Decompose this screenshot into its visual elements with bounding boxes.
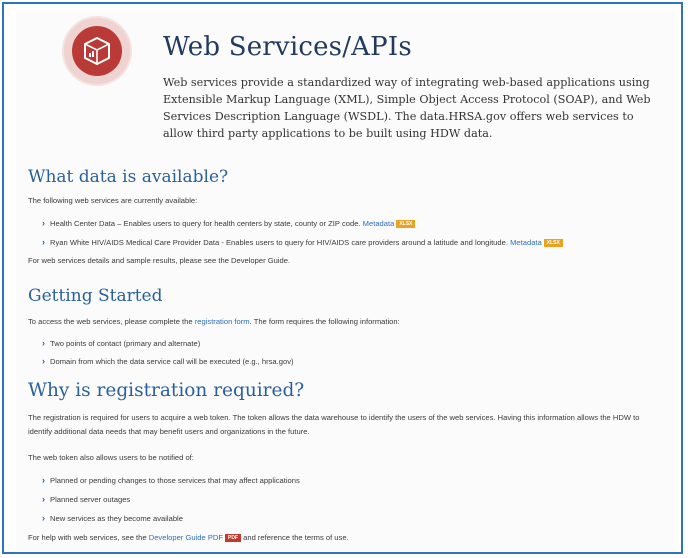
list-item-text: Ryan White HIV/AIDS Medical Care Provide… <box>50 238 508 247</box>
chevron-right-icon: › <box>42 218 45 228</box>
list-item-text: Planned server outages <box>50 495 131 504</box>
intro-paragraph: Web services provide a standardized way … <box>163 76 651 140</box>
xlsx-badge: XLSX <box>396 220 416 228</box>
registration-form-link[interactable]: registration form <box>195 317 250 326</box>
help-line: For help with web services, see the Deve… <box>28 532 349 544</box>
list-item: › Domain from which the data service call… <box>42 355 294 368</box>
list-item-text: Health Center Data – Enables users to qu… <box>50 219 361 228</box>
list-item-health-center: › Health Center Data – Enables users to q… <box>42 217 416 230</box>
list-item-ryan-white: › Ryan White HIV/AIDS Medical Care Provid… <box>42 236 563 249</box>
hero-section: Web Services/APIs Web services provide a… <box>16 12 675 152</box>
why-registration-paragraph: The registration is required for users t… <box>28 413 640 436</box>
list-item-text: New services as they become available <box>50 514 183 523</box>
pdf-badge: PDF <box>225 534 242 542</box>
developer-guide-link[interactable]: Developer Guide PDF <box>149 533 223 542</box>
lead-text: To access the web services, please compl… <box>28 317 195 326</box>
what-data-lead: The following web services are currently… <box>28 196 198 205</box>
chevron-right-icon: › <box>42 475 45 485</box>
metadata-link[interactable]: Metadata <box>510 238 542 247</box>
chevron-right-icon: › <box>42 356 45 366</box>
list-item: › New services as they become available <box>42 512 183 525</box>
content-area: Web Services/APIs Web services provide a… <box>16 12 675 552</box>
icon-badge <box>62 16 132 86</box>
list-item-text: Domain from which the data service call … <box>50 357 294 366</box>
xlsx-badge: XLSX <box>543 239 563 247</box>
page-title: Web Services/APIs <box>163 32 412 62</box>
chevron-right-icon: › <box>42 338 45 348</box>
getting-started-lead: To access the web services, please compl… <box>28 316 400 328</box>
list-item: › Planned or pending changes to those ser… <box>42 474 300 487</box>
what-data-footer: For web services details and sample resu… <box>28 256 291 265</box>
chevron-right-icon: › <box>42 237 45 247</box>
page-frame: Web Services/APIs Web services provide a… <box>2 2 683 554</box>
help-text: and reference the terms of use. <box>241 533 349 542</box>
list-item-text: Two points of contact (primary and alter… <box>50 339 201 348</box>
chevron-right-icon: › <box>42 513 45 523</box>
list-item: › Two points of contact (primary and alte… <box>42 337 200 350</box>
list-item: › Planned server outages <box>42 493 130 506</box>
lead-text: . The form requires the following inform… <box>249 317 400 326</box>
cube-chart-icon <box>72 26 122 76</box>
heading-why-registration: Why is registration required? <box>28 380 305 401</box>
heading-what-data: What data is available? <box>28 167 229 187</box>
chevron-right-icon: › <box>42 494 45 504</box>
notify-lead: The web token also allows users to be no… <box>28 453 194 462</box>
metadata-link[interactable]: Metadata <box>363 219 395 228</box>
heading-getting-started: Getting Started <box>28 286 163 306</box>
help-text: For help with web services, see the <box>28 533 149 542</box>
list-item-text: Planned or pending changes to those serv… <box>50 476 300 485</box>
